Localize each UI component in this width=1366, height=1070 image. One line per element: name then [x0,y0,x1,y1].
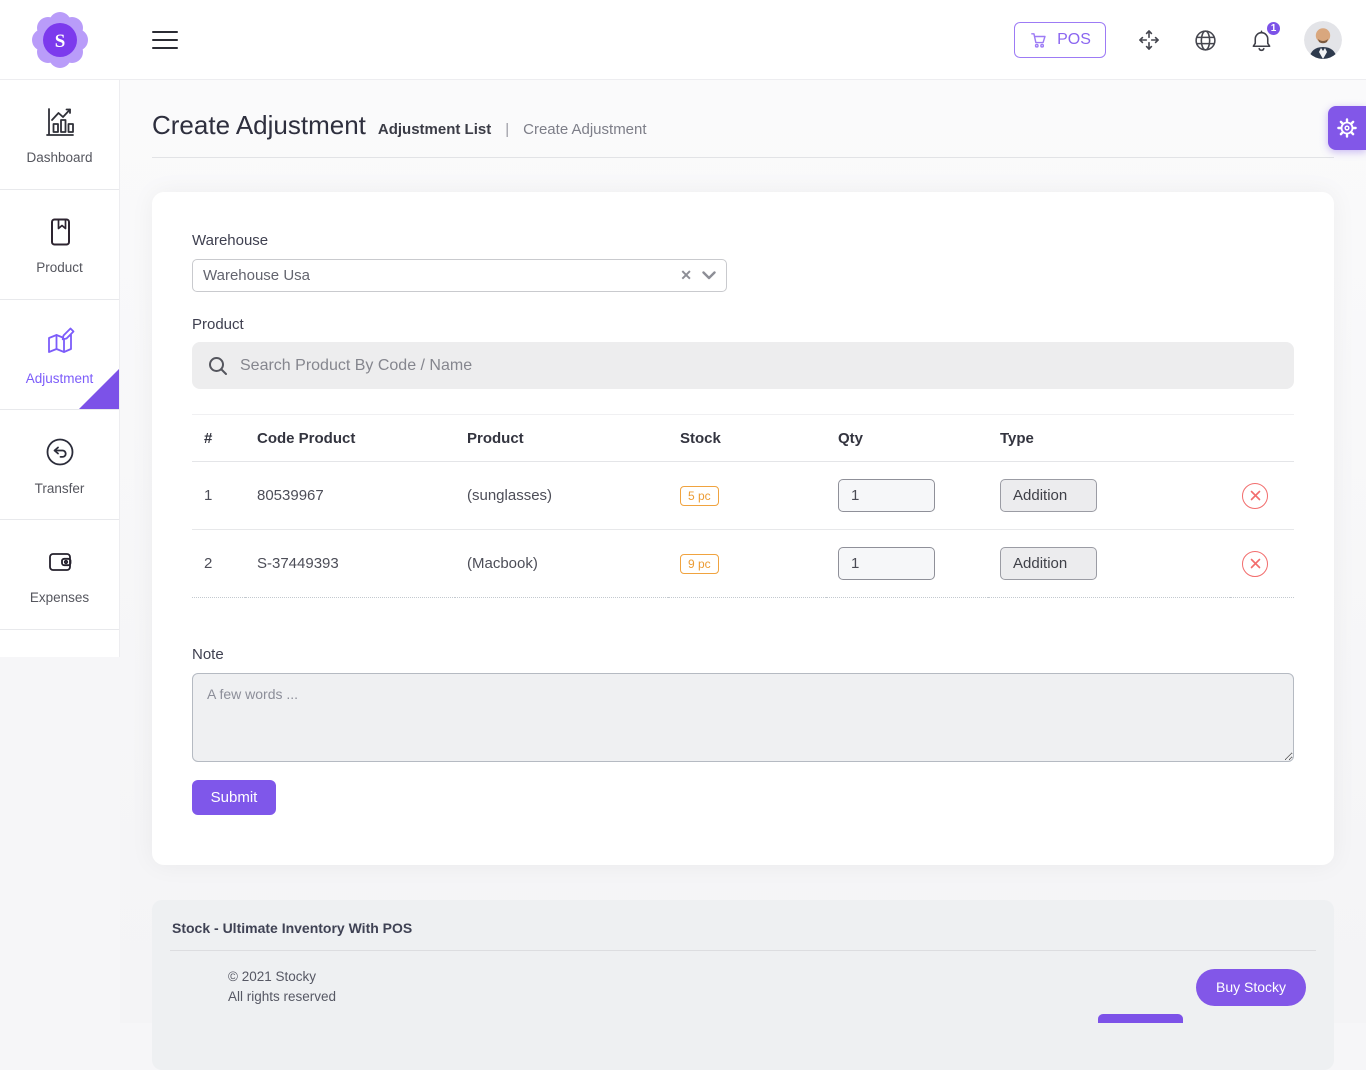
breadcrumb-parent[interactable]: Adjustment List [378,121,491,138]
note-label: Note [192,646,1294,663]
pos-button[interactable]: POS [1014,22,1106,58]
note-textarea[interactable] [192,673,1294,762]
col-header-stock: Stock [668,415,826,462]
sidebar-item-label: Product [36,260,83,275]
chevron-down-icon [702,271,716,280]
chat-widget-peek[interactable] [1098,1014,1183,1023]
sidebar-item-label: Dashboard [26,150,92,165]
sidebar-item-expenses[interactable]: Expenses [0,520,119,630]
close-icon [1250,558,1261,569]
stocky-logo[interactable]: S [30,10,90,70]
search-icon [207,355,229,377]
bell-icon[interactable]: 1 [1248,27,1274,53]
table-header-row: # Code Product Product Stock Qty Type [192,415,1294,462]
stock-badge: 5 pc [680,486,719,506]
sidebar-item-label: Transfer [35,481,85,496]
topbar: S POS [0,0,1366,80]
row-product: (Macbook) [455,530,668,598]
buy-stocky-button[interactable]: Buy Stocky [1196,969,1306,1006]
adjustment-items-table: # Code Product Product Stock Qty Type 1 … [192,414,1294,598]
page-header: Create Adjustment Adjustment List | Crea… [120,80,1366,141]
avatar[interactable] [1304,21,1342,59]
qty-input[interactable] [838,479,935,512]
wallet-icon [42,544,78,580]
active-corner-indicator [79,369,119,409]
sidebar-item-dashboard[interactable]: Dashboard [0,80,119,190]
settings-button[interactable] [1328,106,1366,150]
type-select[interactable]: Addition [1000,479,1097,512]
cart-icon [1029,31,1048,49]
fullscreen-icon[interactable] [1136,27,1162,53]
pos-label: POS [1057,31,1091,49]
footer-rights: All rights reserved [228,987,336,1007]
book-icon [42,214,78,250]
warehouse-label: Warehouse [192,232,1294,249]
row-code: 80539967 [245,462,455,530]
col-header-type: Type [988,415,1230,462]
delete-row-button[interactable] [1242,483,1268,509]
footer-title: Stock - Ultimate Inventory With POS [152,920,1334,936]
return-arrow-icon [41,433,79,471]
col-header-qty: Qty [826,415,988,462]
delete-row-button[interactable] [1242,551,1268,577]
adjustment-form-card: Warehouse Warehouse Usa ✕ Product [152,192,1334,865]
table-row: 2 S-37449393 (Macbook) 9 pc Addition [192,530,1294,598]
sidebar-item-transfer[interactable]: Transfer [0,410,119,520]
row-index: 2 [192,530,245,598]
warehouse-selected-value: Warehouse Usa [203,267,680,284]
footer: Stock - Ultimate Inventory With POS © 20… [152,900,1334,1070]
type-select[interactable]: Addition [1000,547,1097,580]
globe-icon[interactable] [1192,27,1218,53]
table-row: 1 80539967 (sunglasses) 5 pc Addition [192,462,1294,530]
col-header-index: # [192,415,245,462]
warehouse-select[interactable]: Warehouse Usa ✕ [192,259,727,292]
header-divider [152,157,1334,158]
sidebar-item-label: Expenses [30,590,89,605]
row-product: (sunglasses) [455,462,668,530]
col-header-code: Code Product [245,415,455,462]
breadcrumb-separator: | [505,121,509,138]
product-label: Product [192,316,1294,333]
footer-copyright: © 2021 Stocky [228,967,336,987]
row-code: S-37449393 [245,530,455,598]
clear-icon[interactable]: ✕ [680,267,692,284]
map-edit-icon [41,323,79,361]
close-icon [1250,490,1261,501]
menu-toggle-icon[interactable] [152,31,178,49]
bar-chart-icon [41,104,79,140]
main-content: Create Adjustment Adjustment List | Crea… [120,80,1366,1023]
product-search-input[interactable] [192,342,1294,389]
col-header-product: Product [455,415,668,462]
type-selected-value: Addition [1013,555,1067,572]
sidebar-item-product[interactable]: Product [0,190,119,300]
sidebar: Dashboard Product Adjustment [0,80,120,657]
gear-icon [1336,117,1358,139]
row-index: 1 [192,462,245,530]
notification-badge: 1 [1265,20,1282,37]
page-title: Create Adjustment [152,110,366,141]
submit-button[interactable]: Submit [192,780,276,815]
stock-badge: 9 pc [680,554,719,574]
svg-text:S: S [55,31,66,52]
sidebar-item-adjustment[interactable]: Adjustment [0,300,119,410]
qty-input[interactable] [838,547,935,580]
type-selected-value: Addition [1013,487,1067,504]
breadcrumb-current: Create Adjustment [523,121,646,138]
